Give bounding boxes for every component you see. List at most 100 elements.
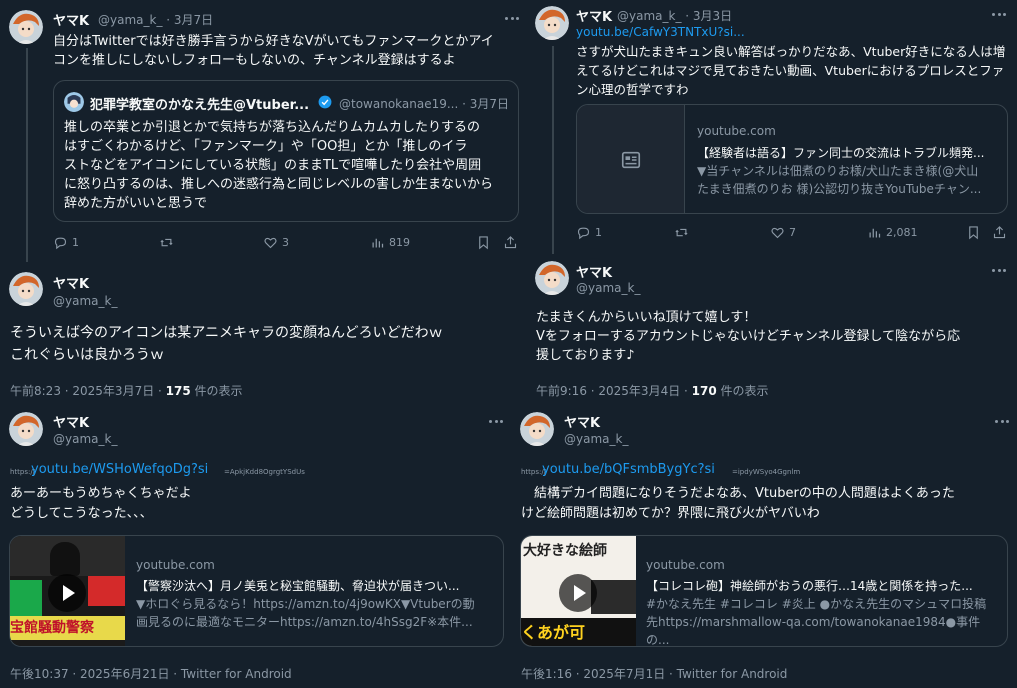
views-count: 819 — [389, 236, 410, 249]
author-handle[interactable]: @yama_k_ — [564, 432, 628, 446]
more-icon[interactable] — [992, 415, 1012, 427]
tweet-text-line: Vをフォローするアカウントじゃないけどチャンネル登録して陰ながら応 — [536, 329, 961, 344]
author-handle[interactable]: @yama_k_ — [53, 294, 117, 308]
play-icon[interactable] — [48, 574, 86, 612]
tweet-text-line: あーあーもうめちゃくちゃだよ — [10, 486, 192, 501]
timestamp-text: 午前9:16 · 2025年3月4日 · — [536, 384, 692, 398]
tweet-panel-top-left: ヤマK @yama_k_ · 3月7日 自分はTwitterでは好き勝手言うから… — [0, 0, 527, 402]
play-icon[interactable] — [559, 574, 597, 612]
views-count: 2,081 — [886, 226, 918, 239]
retweet-button[interactable] — [159, 235, 178, 250]
quoted-tweet[interactable]: 犯罪学教室のかなえ先生@Vtuber... @towanokanae19... … — [53, 80, 519, 222]
more-icon[interactable] — [502, 12, 522, 24]
link-tail: =ApkjKdd8OgrgtYSdUs — [224, 468, 305, 476]
tweet-text-line: 結構デカイ問題になりそうだよなあ、Vtuberの中の人問題はよくあった — [521, 486, 955, 501]
link-card[interactable]: 大好きな絵師 くあが可 youtube.com 【コレコレ砲】神絵師がおうの悪行… — [520, 535, 1008, 647]
reply-icon — [577, 227, 590, 240]
tweet-text-line: ン心理の哲学ですわ — [576, 82, 689, 97]
card-description-line: ▼ホロぐら見るなら！https://amzn.to/4j9owKX▼Vtuber… — [136, 597, 475, 611]
avatar[interactable] — [520, 412, 554, 446]
tweet-text-line: これぐらいは良かろうｗ — [10, 347, 164, 363]
like-button[interactable]: 3 — [263, 235, 289, 250]
tweet-link[interactable]: youtu.be/CafwY3TNTxU?si... — [576, 25, 745, 39]
card-domain: youtube.com — [136, 558, 215, 572]
author-name[interactable]: ヤマK — [53, 10, 89, 29]
thread-line — [26, 48, 28, 262]
avatar[interactable] — [9, 412, 43, 446]
author-handle[interactable]: @yama_k_ — [53, 432, 117, 446]
quote-text-line: 推しの卒業とか引退とかで気持ちが落ち込んだりムカムカしたりするの — [64, 120, 481, 135]
card-domain: youtube.com — [697, 124, 776, 138]
views-button[interactable]: 819 — [370, 235, 410, 250]
like-count: 3 — [282, 236, 289, 249]
more-icon[interactable] — [989, 264, 1009, 276]
tweet-timestamp[interactable]: 午後10:37 · 2025年6月21日 · Twitter for Andro… — [10, 665, 292, 682]
card-title: 【コレコレ砲】神絵師がおうの悪行…14歳と関係を持った... — [646, 579, 973, 593]
author-name[interactable]: ヤマK — [576, 262, 612, 281]
tweet-text-line: どうしてこうなった、、、 — [10, 506, 153, 521]
thumbnail-caption: 宝館騒動警察 — [10, 616, 125, 640]
card-thumbnail: 宝館騒動警察 — [10, 536, 125, 646]
thread-line — [552, 46, 554, 254]
tweet-text-line: けど絵師問題は初めてか？界隈に飛び火がヤバいわ — [521, 506, 820, 521]
reply-count: 1 — [72, 236, 79, 249]
bookmark-icon — [479, 236, 488, 250]
author-name[interactable]: ヤマK — [576, 6, 612, 25]
share-icon — [504, 236, 517, 249]
like-count: 7 — [789, 226, 796, 239]
like-button[interactable]: 7 — [770, 225, 796, 240]
author-name[interactable]: ヤマK — [564, 412, 600, 431]
timestamp-text: 午前8:23 · 2025年3月7日 · — [10, 384, 166, 398]
tweet-text-line: さすが犬山たまきキュン良い解答ばっかりだなあ、Vtuber好きになる人は増 — [576, 44, 1006, 59]
tweet-text: 結構デカイ問題になりそうだよなあ、Vtuberの中の人問題はよくあった けど絵師… — [521, 484, 955, 524]
views-chart-icon — [372, 238, 384, 248]
link-tail: =ipdyWSyo4Ggnlm — [732, 468, 801, 476]
tweet-link[interactable]: youtu.be/bQFsmbBygYc?si — [542, 462, 715, 477]
quote-text-line: 辞めた方がいいと思うで — [64, 196, 208, 211]
avatar[interactable] — [535, 261, 569, 295]
card-description: ▼当チャンネルは佃煮のりお様/犬山たまき様(@犬山 たまき佃煮のりお 様)公認切… — [697, 162, 1002, 198]
author-name[interactable]: ヤマK — [53, 273, 89, 292]
more-icon[interactable] — [486, 415, 506, 427]
quote-author-handle: @towanokanae19... · 3月7日 — [339, 97, 510, 111]
retweet-button[interactable] — [674, 225, 693, 240]
link-card[interactable]: youtube.com 【経験者は語る】ファン同士の交流はトラブル頻発... ▼… — [576, 104, 1008, 214]
card-description: #かなえ先生 #コレコレ #炎上 ●かなえ先生のマシュマロ投稿 先https:/… — [646, 595, 1002, 646]
bookmark-button[interactable] — [476, 235, 491, 250]
bookmark-icon — [969, 226, 978, 240]
avatar[interactable] — [9, 272, 43, 306]
share-icon — [993, 226, 1006, 239]
more-icon[interactable] — [989, 8, 1009, 20]
tweet-panel-bottom-left: ヤマK @yama_k_ https:// youtu.be/WSHoWefqo… — [0, 402, 510, 688]
heart-icon — [264, 237, 277, 249]
retweet-icon — [160, 238, 173, 247]
link-card[interactable]: 宝館騒動警察 youtube.com 【警察沙汰へ】月ノ美兎と秘宝館騒動、脅迫状… — [9, 535, 504, 647]
tweet-timestamp[interactable]: 午前8:23 · 2025年3月7日 · 175 件の表示 — [10, 382, 243, 399]
quote-text-line: ストなどをアイコンにしている状態」のままTLで喧嘩したり会社や周囲 — [64, 158, 482, 173]
tweet-timestamp[interactable]: 午前9:16 · 2025年3月4日 · 170 件の表示 — [536, 382, 769, 399]
tweet-text-line: えてるけどこれはマジで見ておきたい動画、Vtuberにおけるプロレスとファ — [576, 63, 1005, 78]
reply-button[interactable]: 1 — [576, 225, 602, 240]
retweet-icon — [675, 228, 688, 237]
tweet-timestamp[interactable]: 午後1:16 · 2025年7月1日 · Twitter for Android — [521, 665, 787, 682]
reply-icon — [54, 237, 67, 250]
views-label: 件の表示 — [190, 384, 243, 398]
avatar[interactable] — [535, 6, 569, 40]
bookmark-button[interactable] — [966, 225, 981, 240]
author-handle[interactable]: @yama_k_ · 3月3日 — [617, 7, 732, 24]
avatar[interactable] — [9, 10, 43, 44]
card-thumbnail — [577, 105, 685, 213]
author-name[interactable]: ヤマK — [53, 412, 89, 431]
quote-avatar — [64, 92, 84, 112]
tweet-text: そういえば今のアイコンは某アニメキャラの変顔ねんどろいどだわｗ これぐらいは良か… — [10, 322, 443, 366]
reply-button[interactable]: 1 — [53, 235, 79, 250]
author-handle[interactable]: @yama_k_ — [576, 281, 640, 295]
author-handle[interactable]: @yama_k_ · 3月7日 — [98, 11, 213, 28]
tweet-link[interactable]: youtu.be/WSHoWefqoDg?si — [31, 462, 208, 477]
views-button[interactable]: 2,081 — [867, 225, 918, 240]
thumbnail-caption: 大好きな絵師 — [523, 543, 607, 559]
share-button[interactable] — [503, 235, 518, 250]
tweet-panel-bottom-right: ヤマK @yama_k_ https:// youtu.be/bQFsmbByg… — [510, 402, 1017, 688]
share-button[interactable] — [992, 225, 1007, 240]
quote-author-name: 犯罪学教室のかなえ先生@Vtuber... — [90, 98, 310, 113]
